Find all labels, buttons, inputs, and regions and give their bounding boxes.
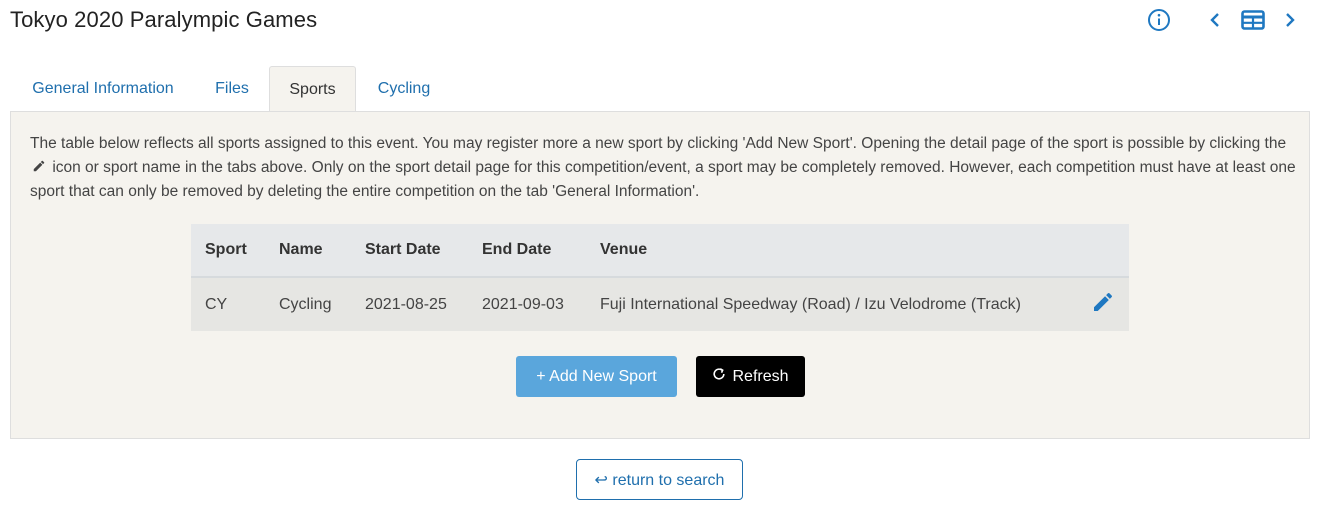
column-header-end-date[interactable]: End Date xyxy=(468,224,586,278)
description-text: The table below reflects all sports assi… xyxy=(30,132,1300,204)
chevron-left-icon[interactable] xyxy=(1206,6,1224,34)
refresh-button[interactable]: Refresh xyxy=(696,356,805,397)
edit-pencil-icon[interactable] xyxy=(1091,290,1115,314)
table-grid-icon[interactable] xyxy=(1240,6,1266,34)
tab-general-information[interactable]: General Information xyxy=(10,66,196,112)
header-toolbar xyxy=(0,6,1320,34)
chevron-right-icon[interactable] xyxy=(1281,6,1299,34)
return-to-search-button[interactable]: ↩ return to search xyxy=(576,459,743,500)
tab-files[interactable]: Files xyxy=(200,66,264,112)
description-part-2: icon or sport name in the tabs above. On… xyxy=(30,159,1296,200)
column-header-name[interactable]: Name xyxy=(265,224,351,278)
column-header-actions xyxy=(1077,224,1129,278)
add-new-sport-button[interactable]: + Add New Sport xyxy=(516,356,677,397)
tab-cycling[interactable]: Cycling xyxy=(362,66,446,112)
column-header-venue[interactable]: Venue xyxy=(586,224,1077,278)
table-row: CY Cycling 2021-08-25 2021-09-03 Fuji In… xyxy=(191,277,1129,331)
info-icon[interactable] xyxy=(1146,6,1172,34)
cell-end-date: 2021-09-03 xyxy=(468,277,586,331)
tab-sports[interactable]: Sports xyxy=(269,66,356,113)
table-header-row: Sport Name Start Date End Date Venue xyxy=(191,224,1129,278)
description-part-1: The table below reflects all sports assi… xyxy=(30,135,1287,152)
refresh-label: Refresh xyxy=(732,367,789,385)
column-header-sport[interactable]: Sport xyxy=(191,224,265,278)
cell-venue: Fuji International Speedway (Road) / Izu… xyxy=(586,277,1077,331)
sports-panel: The table below reflects all sports assi… xyxy=(10,111,1310,439)
cell-name: Cycling xyxy=(265,277,351,331)
column-header-start-date[interactable]: Start Date xyxy=(351,224,468,278)
cell-actions xyxy=(1077,277,1129,331)
pencil-icon xyxy=(32,157,46,172)
cell-start-date: 2021-08-25 xyxy=(351,277,468,331)
cell-sport: CY xyxy=(191,277,265,331)
tab-bar: General Information Files Sports Cycling xyxy=(10,66,1310,113)
refresh-icon xyxy=(712,367,726,386)
sports-table: Sport Name Start Date End Date Venue CY … xyxy=(191,224,1129,331)
